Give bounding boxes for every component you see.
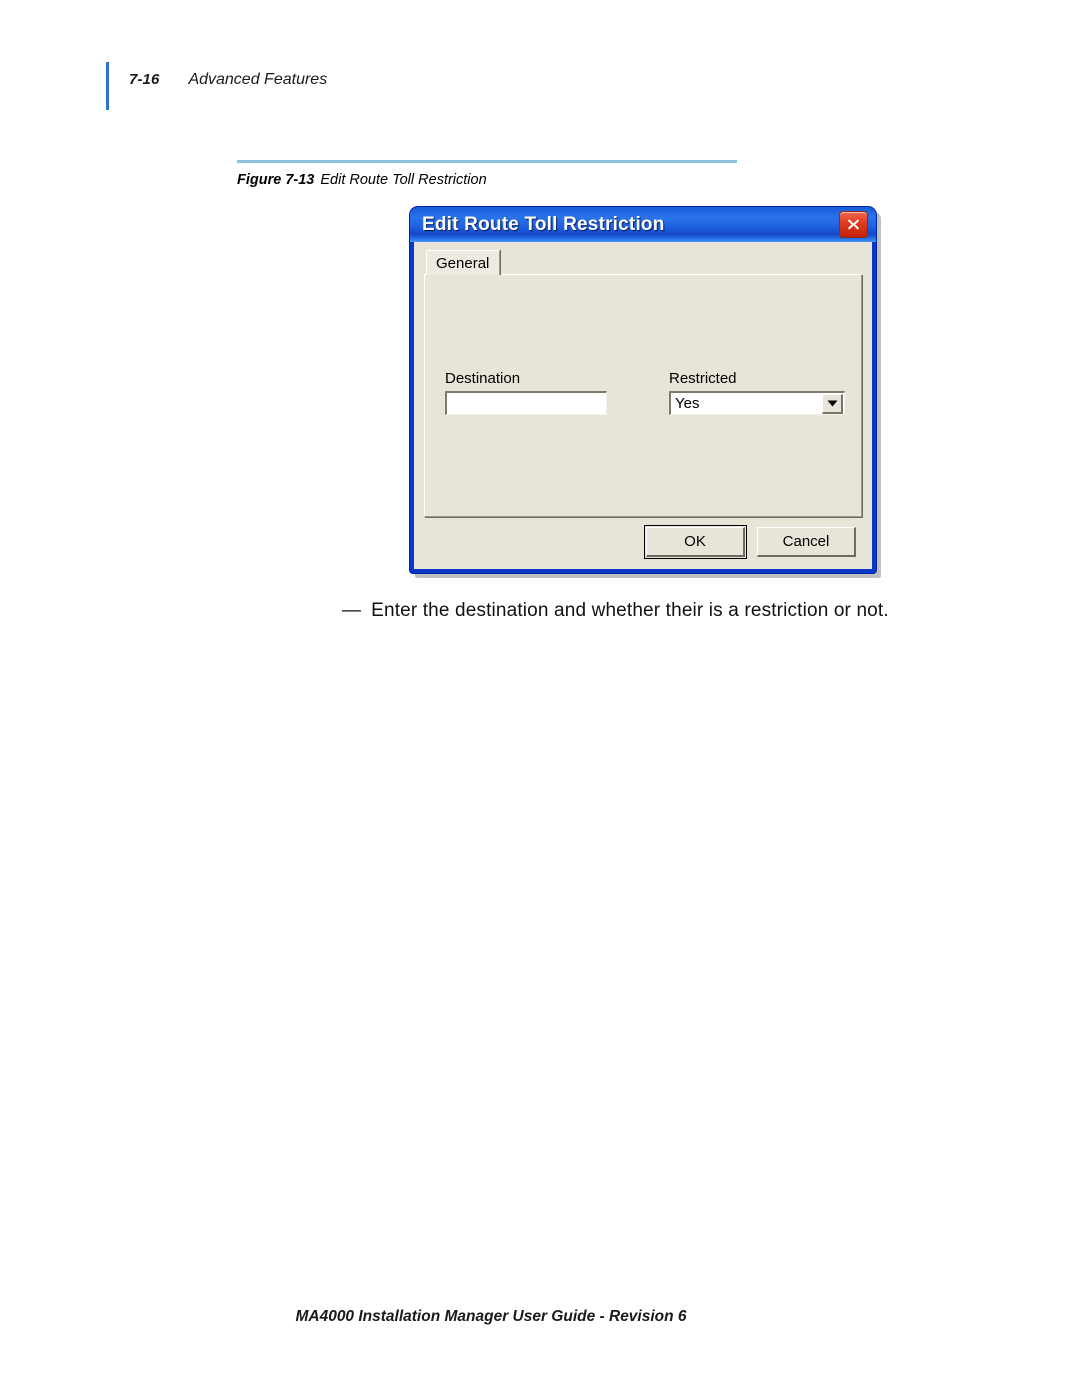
chapter-title: Advanced Features bbox=[188, 71, 328, 88]
destination-label: Destination bbox=[445, 370, 521, 387]
restricted-selected-value: Yes bbox=[675, 395, 700, 412]
page-number: 7-16 bbox=[129, 71, 160, 88]
tab-general-label: General bbox=[436, 254, 490, 272]
destination-field-group: Destination bbox=[445, 370, 607, 415]
figure-divider-rule bbox=[237, 160, 737, 163]
figure-block: Figure 7-13 Edit Route Toll Restriction bbox=[237, 160, 737, 188]
header-text-group: 7-16 Advanced Features bbox=[109, 62, 327, 89]
instruction-text: Enter the destination and whether their … bbox=[371, 600, 889, 621]
destination-input[interactable] bbox=[445, 391, 607, 415]
chevron-down-icon[interactable] bbox=[822, 393, 843, 414]
dialog-title: Edit Route Toll Restriction bbox=[422, 213, 665, 235]
field-row: Destination Restricted Yes bbox=[445, 370, 845, 415]
tab-panel-general: Destination Restricted Yes bbox=[424, 274, 862, 517]
ok-button[interactable]: OK bbox=[644, 525, 747, 559]
restricted-field-group: Restricted Yes bbox=[669, 370, 845, 415]
dialog-body: General Destination Restricted Yes OK Ca… bbox=[414, 242, 872, 569]
cancel-button[interactable]: Cancel bbox=[757, 527, 856, 557]
edit-route-toll-restriction-dialog: Edit Route Toll Restriction General Dest… bbox=[410, 207, 876, 573]
close-icon[interactable] bbox=[839, 211, 868, 238]
figure-title: Edit Route Toll Restriction bbox=[320, 172, 487, 188]
restricted-label: Restricted bbox=[669, 370, 737, 387]
dialog-button-row: OK Cancel bbox=[414, 525, 862, 559]
instruction-line: — Enter the destination and whether their… bbox=[342, 600, 889, 622]
tab-strip: General bbox=[426, 250, 501, 275]
page-footer: MA4000 Installation Manager User Guide -… bbox=[295, 1308, 687, 1325]
tab-general[interactable]: General bbox=[426, 250, 501, 275]
figure-caption: Figure 7-13 Edit Route Toll Restriction bbox=[237, 172, 737, 188]
em-dash: — bbox=[342, 600, 362, 621]
dialog-titlebar[interactable]: Edit Route Toll Restriction bbox=[410, 207, 876, 242]
figure-label: Figure 7-13 bbox=[237, 172, 315, 188]
restricted-dropdown[interactable]: Yes bbox=[669, 391, 845, 415]
page-header: 7-16 Advanced Features bbox=[106, 62, 327, 110]
